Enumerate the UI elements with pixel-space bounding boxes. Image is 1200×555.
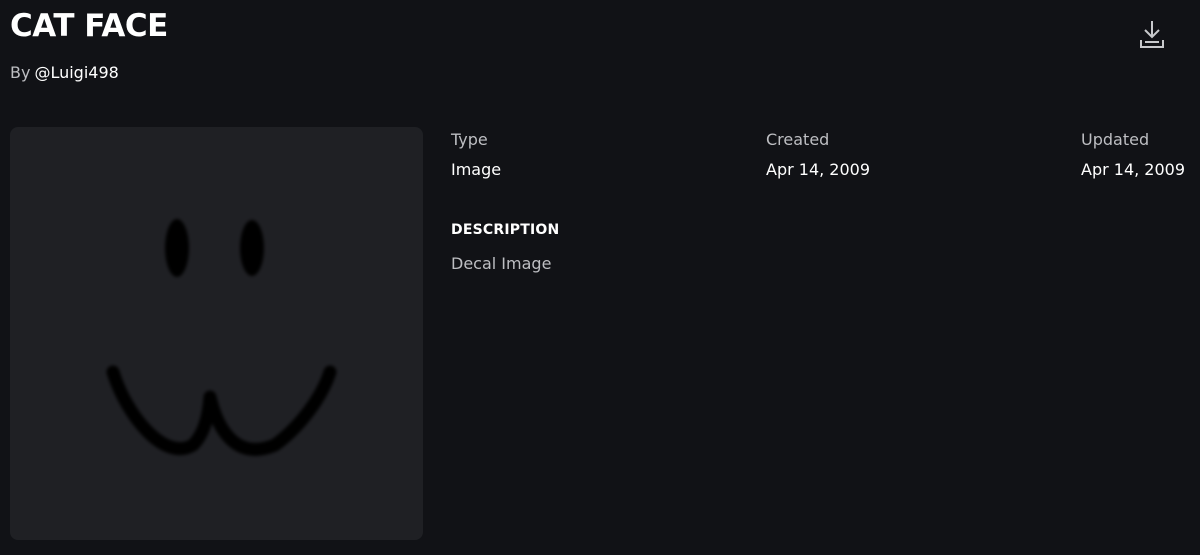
updated-field: Updated Apr 14, 2009 (1081, 130, 1185, 180)
updated-value: Apr 14, 2009 (1081, 160, 1186, 179)
download-icon (1138, 19, 1166, 53)
creator-link[interactable]: @Luigi498 (34, 63, 118, 82)
page-title: CAT FACE (10, 8, 168, 44)
created-label: Created (766, 130, 830, 149)
creator-byline: By @Luigi498 (10, 63, 119, 82)
asset-details-page: CAT FACE By @Luigi498 Type Image Created… (0, 0, 1200, 555)
created-field: Created Apr 14, 2009 (766, 130, 870, 180)
type-field: Type Image (451, 130, 501, 180)
type-value: Image (451, 160, 502, 179)
byline-prefix: By (10, 63, 31, 82)
asset-thumbnail (10, 127, 423, 540)
download-button[interactable] (1134, 18, 1170, 54)
updated-label: Updated (1081, 130, 1150, 149)
description-heading: DESCRIPTION (451, 222, 560, 238)
description-text: Decal Image (451, 254, 552, 273)
type-label: Type (451, 130, 488, 149)
cat-face-image (106, 219, 337, 456)
created-value: Apr 14, 2009 (766, 160, 871, 179)
